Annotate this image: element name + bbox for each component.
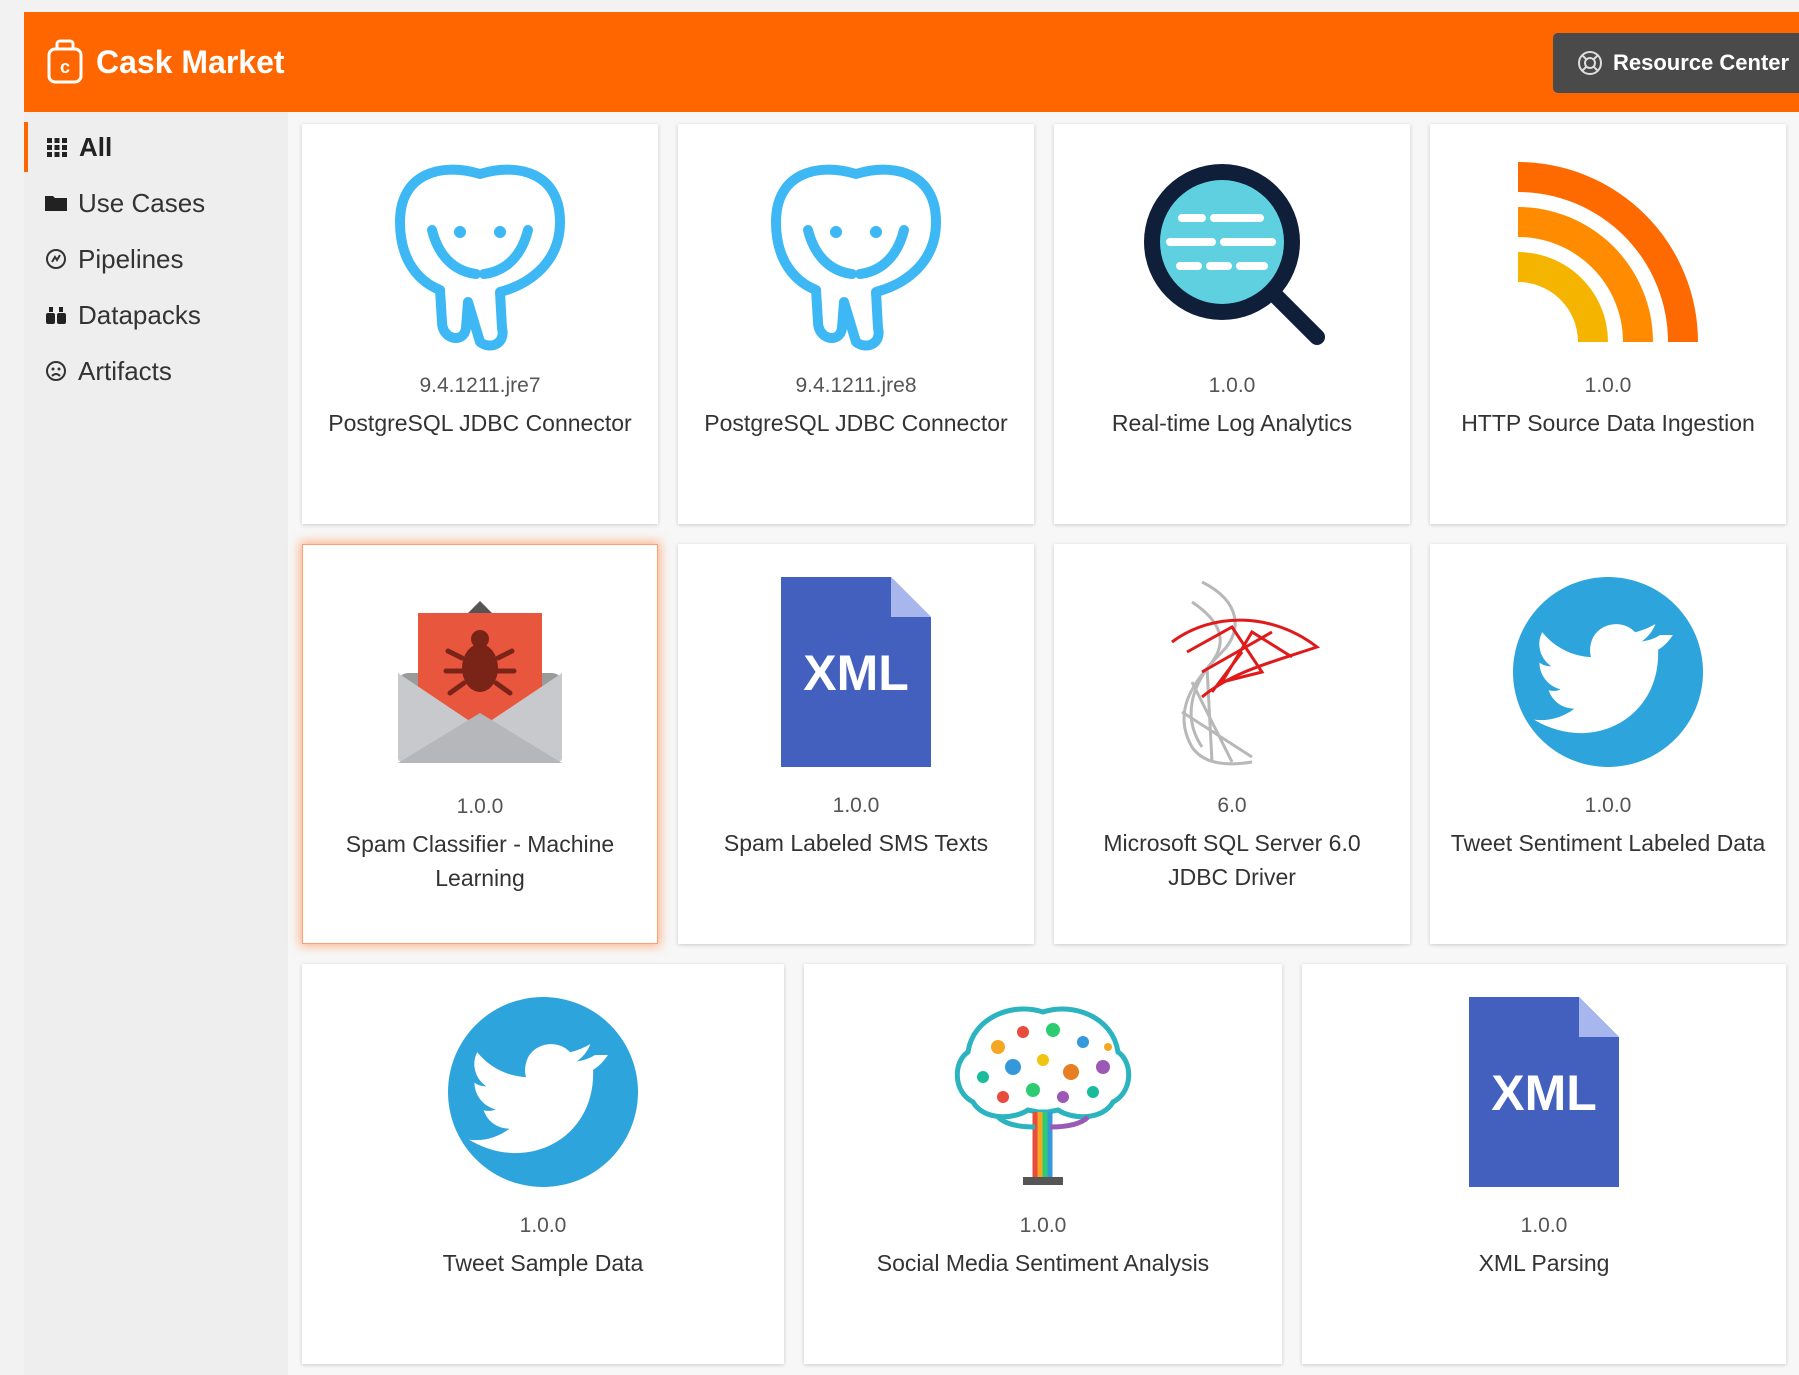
resource-center-label: Resource Center	[1613, 50, 1790, 75]
sidebar-item-use-cases[interactable]: Use Cases	[24, 178, 288, 228]
card-version: 9.4.1211.jre8	[795, 374, 917, 397]
datapacks-icon	[46, 307, 66, 324]
sidebar-item-label: Artifacts	[78, 355, 172, 386]
resource-center-icon	[1578, 51, 1602, 75]
market-card-postgresql-jre8[interactable]: 9.4.1211.jre8 PostgreSQL JDBC Connector	[678, 124, 1034, 524]
twitter-bird-icon	[1513, 577, 1703, 767]
xml-label: XML	[1491, 1065, 1597, 1121]
card-version: 1.0.0	[1520, 1214, 1568, 1237]
card-title: Tweet Sample Data	[442, 1250, 644, 1276]
sidebar-item-pipelines[interactable]: Pipelines	[24, 234, 288, 284]
sidebar-item-label: All	[79, 131, 113, 162]
card-version: 1.0.0	[1584, 374, 1632, 397]
twitter-bird-icon	[448, 997, 638, 1187]
rss-feed-icon	[1518, 162, 1698, 342]
postgresql-elephant-icon	[395, 164, 565, 351]
xml-file-icon: XML	[781, 577, 931, 767]
sidebar: All Use Cases Pipelines Datapacks Artifa…	[24, 112, 288, 1375]
card-title: Microsoft SQL Server 6.0 JDBC Driver	[1103, 830, 1361, 890]
postgresql-elephant-icon	[771, 164, 941, 351]
top-header: c Cask Market Resource Center	[24, 12, 1799, 112]
market-card-xml-parsing[interactable]: XML 1.0.0 XML Parsing	[1302, 964, 1786, 1364]
brain-tree-icon	[954, 1006, 1132, 1185]
card-version: 6.0	[1217, 794, 1247, 817]
brand-title: Cask Market	[96, 43, 285, 80]
market-card-http-source-ingestion[interactable]: 1.0.0 HTTP Source Data Ingestion	[1430, 124, 1786, 524]
market-card-realtime-log-analytics[interactable]: 1.0.0 Real-time Log Analytics	[1054, 124, 1410, 524]
resource-center-button[interactable]: Resource Center	[1553, 33, 1799, 93]
card-title: Spam Classifier - Machine Learning	[345, 831, 615, 891]
card-version: 1.0.0	[519, 1214, 567, 1237]
grid-icon	[47, 138, 67, 157]
brand[interactable]: c Cask Market	[46, 34, 285, 90]
market-card-spam-sms-texts[interactable]: XML 1.0.0 Spam Labeled SMS Texts	[678, 544, 1034, 944]
card-version: 1.0.0	[456, 795, 504, 818]
magnifier-log-icon	[1144, 164, 1325, 345]
market-card-spam-classifier[interactable]: 1.0.0 Spam Classifier - Machine Learning	[302, 544, 658, 944]
card-version: 1.0.0	[1584, 794, 1632, 817]
card-title: PostgreSQL JDBC Connector	[704, 410, 1008, 436]
card-version: 1.0.0	[832, 794, 880, 817]
sidebar-item-artifacts[interactable]: Artifacts	[24, 346, 288, 396]
svg-text:c: c	[60, 57, 70, 77]
card-title: Social Media Sentiment Analysis	[876, 1250, 1210, 1276]
card-title: HTTP Source Data Ingestion	[1461, 410, 1755, 436]
folder-icon	[45, 196, 67, 211]
card-title: Real-time Log Analytics	[1111, 410, 1353, 436]
cask-market-app: c Cask Market Resource Center All Use Ca…	[24, 12, 1799, 1375]
market-card-postgresql-jre7[interactable]: 9.4.1211.jre7 PostgreSQL JDBC Connector	[302, 124, 658, 524]
xml-file-icon: XML	[1469, 997, 1619, 1187]
cask-logo-icon: c	[47, 39, 83, 84]
card-version: 9.4.1211.jre7	[419, 374, 541, 397]
market-grid: 9.4.1211.jre7 PostgreSQL JDBC Connector …	[288, 112, 1799, 1375]
sidebar-item-label: Pipelines	[78, 243, 184, 274]
spam-envelope-bug-icon	[398, 601, 562, 763]
card-title: Spam Labeled SMS Texts	[723, 830, 989, 856]
pipeline-icon	[46, 249, 66, 269]
card-title: XML Parsing	[1478, 1250, 1610, 1276]
sidebar-item-label: Use Cases	[78, 187, 206, 218]
sidebar-item-all[interactable]: All	[24, 122, 288, 172]
artifacts-icon	[46, 361, 66, 381]
xml-label: XML	[803, 645, 909, 701]
market-card-mssql-jdbc[interactable]: 6.0 Microsoft SQL Server 6.0 JDBC Driver	[1054, 544, 1410, 944]
market-card-social-media-sentiment[interactable]: 1.0.0 Social Media Sentiment Analysis	[804, 964, 1282, 1364]
card-version: 1.0.0	[1019, 1214, 1067, 1237]
card-title: PostgreSQL JDBC Connector	[328, 410, 632, 436]
market-card-tweet-sentiment[interactable]: 1.0.0 Tweet Sentiment Labeled Data	[1430, 544, 1786, 944]
sidebar-item-label: Datapacks	[78, 299, 201, 330]
card-title: Tweet Sentiment Labeled Data	[1450, 830, 1766, 856]
card-version: 1.0.0	[1208, 374, 1256, 397]
market-card-tweet-sample-data[interactable]: 1.0.0 Tweet Sample Data	[302, 964, 784, 1364]
sidebar-item-datapacks[interactable]: Datapacks	[24, 290, 288, 340]
sql-server-icon	[1171, 580, 1321, 766]
